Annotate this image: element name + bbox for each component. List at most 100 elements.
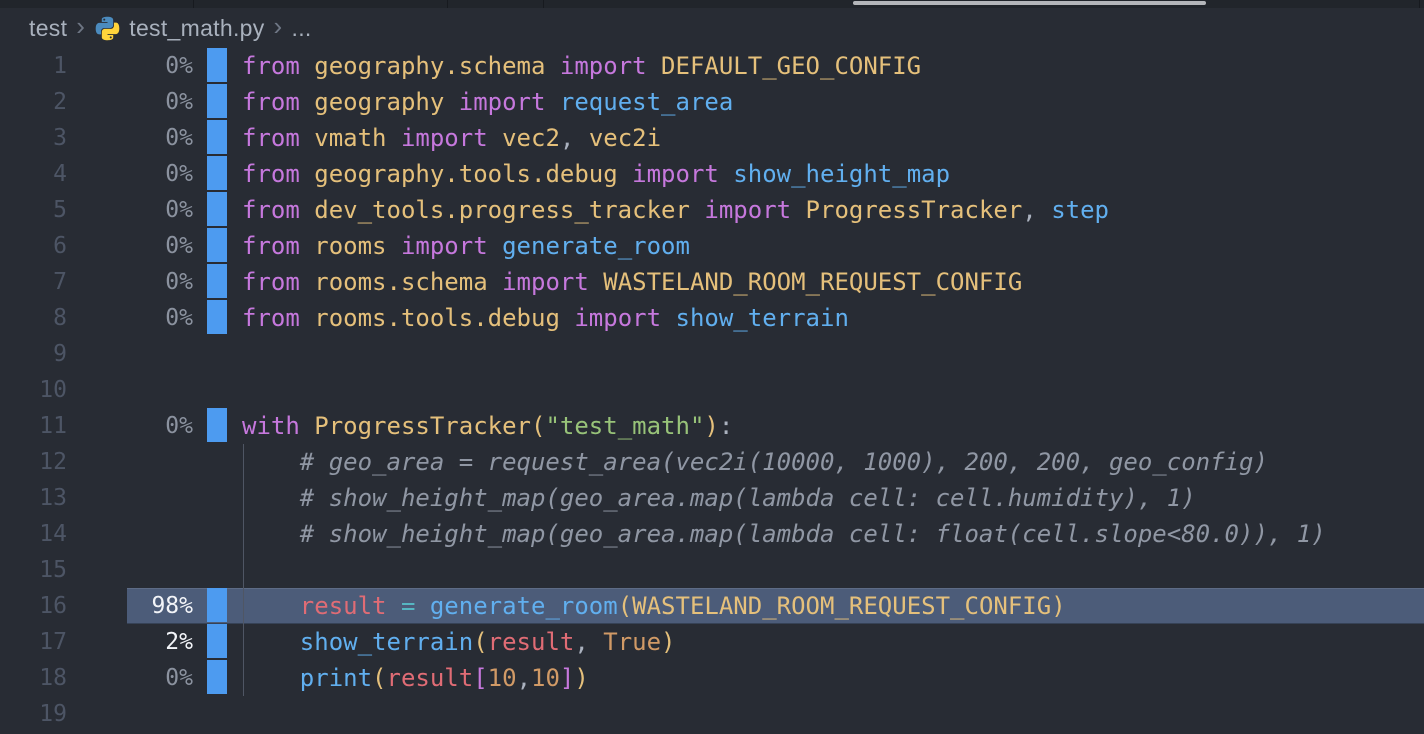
coverage-indicator (207, 156, 227, 190)
code-line[interactable]: from rooms import generate_room (242, 228, 1424, 264)
coverage-percent (67, 516, 193, 552)
line-number[interactable]: 16 (0, 588, 67, 624)
code-line-row[interactable]: 13 # show_height_map(geo_area.map(lambda… (0, 480, 1424, 516)
code-line-row[interactable]: 1698% result = generate_room(WASTELAND_R… (0, 588, 1424, 624)
breadcrumb-item-folder[interactable]: test (29, 15, 67, 42)
line-number[interactable]: 13 (0, 480, 67, 516)
code-line-row[interactable]: 50%from dev_tools.progress_tracker impor… (0, 192, 1424, 228)
code-token: from (242, 268, 314, 296)
code-token: : (719, 412, 733, 440)
coverage-indicator (207, 192, 227, 226)
code-line[interactable]: from rooms.schema import WASTELAND_ROOM_… (242, 264, 1424, 300)
line-number[interactable]: 10 (0, 372, 67, 408)
coverage-gutter (193, 264, 242, 300)
code-line-row[interactable]: 15 (0, 552, 1424, 588)
code-line[interactable]: print(result[10,10]) (242, 660, 1424, 696)
line-number[interactable]: 17 (0, 624, 67, 660)
code-line-row[interactable]: 14 # show_height_map(geo_area.map(lambda… (0, 516, 1424, 552)
code-token: result (387, 664, 474, 692)
code-token: step (1051, 196, 1109, 224)
line-number[interactable]: 1 (0, 48, 67, 84)
code-line-row[interactable]: 19 (0, 696, 1424, 732)
code-line-row[interactable]: 9 (0, 336, 1424, 372)
coverage-indicator (207, 84, 227, 118)
line-number[interactable]: 18 (0, 660, 67, 696)
breadcrumb-item-symbol-more[interactable]: ... (292, 15, 312, 42)
line-number[interactable]: 2 (0, 84, 67, 120)
code-line-row[interactable]: 30%from vmath import vec2, vec2i (0, 120, 1424, 156)
coverage-gutter (193, 228, 242, 264)
code-line-row[interactable]: 70% from rooms.schema import WASTELAND_RO… (0, 264, 1424, 300)
code-line-row[interactable]: 10 (0, 372, 1424, 408)
chevron-right-icon: › (76, 7, 85, 45)
code-token: ) (574, 664, 588, 692)
code-line[interactable]: from geography.schema import DEFAULT_GEO… (242, 48, 1424, 84)
code-token: # show_height_map(geo_area.map(lambda ce… (242, 484, 1196, 512)
tab-bar-strip (0, 0, 1424, 8)
line-number[interactable]: 7 (0, 264, 67, 300)
coverage-percent: 0% (67, 264, 193, 300)
line-number[interactable]: 4 (0, 156, 67, 192)
line-number[interactable]: 5 (0, 192, 67, 228)
coverage-indicator (207, 228, 227, 262)
code-token: , (574, 628, 603, 656)
line-number[interactable]: 9 (0, 336, 67, 372)
code-line-row[interactable]: 180% print(result[10,10]) (0, 660, 1424, 696)
code-line[interactable]: # show_height_map(geo_area.map(lambda ce… (242, 480, 1424, 516)
code-token: [ (473, 664, 487, 692)
code-line-row[interactable]: 20%from geography import request_area (0, 84, 1424, 120)
line-number[interactable]: 14 (0, 516, 67, 552)
code-token: from (242, 232, 314, 260)
code-line[interactable] (242, 552, 1424, 588)
tab-bar-scrollbar-thumb[interactable] (853, 1, 1206, 5)
code-line-row[interactable]: 12 # geo_area = request_area(vec2i(10000… (0, 444, 1424, 480)
coverage-percent (67, 336, 193, 372)
editor-code-area[interactable]: 1 0% from geography.schema import DEFAULT_… (0, 48, 1424, 734)
breadcrumb-item-file[interactable]: test_math.py (94, 15, 264, 42)
coverage-gutter (193, 48, 242, 84)
code-line[interactable]: show_terrain(result, True) (242, 624, 1424, 660)
code-line[interactable]: from vmath import vec2, vec2i (242, 120, 1424, 156)
code-line-row[interactable]: 110%with ProgressTracker("test_math"): (0, 408, 1424, 444)
code-token: from (242, 160, 314, 188)
code-line-row[interactable]: 172% show_terrain(result, True) (0, 624, 1424, 660)
coverage-gutter (193, 84, 242, 120)
code-line[interactable]: from rooms.tools.debug import show_terra… (242, 300, 1424, 336)
code-line[interactable] (242, 336, 1424, 372)
line-number[interactable]: 3 (0, 120, 67, 156)
code-token: # show_height_map(geo_area.map(lambda ce… (242, 520, 1326, 548)
code-line[interactable]: # geo_area = request_area(vec2i(10000, 1… (242, 444, 1424, 480)
line-number[interactable]: 19 (0, 696, 67, 732)
code-line-row[interactable]: 80%from rooms.tools.debug import show_te… (0, 300, 1424, 336)
code-line-row[interactable]: 40%from geography.tools.debug import sho… (0, 156, 1424, 192)
code-line[interactable]: result = generate_room(WASTELAND_ROOM_RE… (242, 588, 1424, 624)
coverage-percent (67, 552, 193, 588)
code-line[interactable]: with ProgressTracker("test_math"): (242, 408, 1424, 444)
code-line[interactable]: # show_height_map(geo_area.map(lambda ce… (242, 516, 1424, 552)
coverage-indicator (207, 624, 227, 658)
coverage-percent: 0% (67, 228, 193, 264)
code-token: import (401, 232, 502, 260)
code-token: print (300, 664, 372, 692)
line-number[interactable]: 8 (0, 300, 67, 336)
coverage-gutter (193, 552, 242, 588)
code-line[interactable]: from geography import request_area (242, 84, 1424, 120)
code-token: , (517, 664, 531, 692)
code-token: 10 (531, 664, 560, 692)
code-token: # geo_area = request_area(vec2i(10000, 1… (242, 448, 1268, 476)
code-line[interactable] (242, 696, 1424, 732)
line-number[interactable]: 11 (0, 408, 67, 444)
line-number[interactable]: 15 (0, 552, 67, 588)
code-line[interactable]: from geography.tools.debug import show_h… (242, 156, 1424, 192)
code-line-row[interactable]: 60% from rooms import generate_room (0, 228, 1424, 264)
code-token: ) (704, 412, 718, 440)
code-line-row[interactable]: 10%from geography.schema import DEFAULT_… (0, 48, 1424, 84)
line-number[interactable]: 12 (0, 444, 67, 480)
line-number[interactable]: 6 (0, 228, 67, 264)
code-token: ) (661, 628, 675, 656)
code-line[interactable] (242, 372, 1424, 408)
coverage-percent (67, 372, 193, 408)
coverage-percent (67, 480, 193, 516)
code-token: vec2i (589, 124, 661, 152)
code-line[interactable]: from dev_tools.progress_tracker import P… (242, 192, 1424, 228)
